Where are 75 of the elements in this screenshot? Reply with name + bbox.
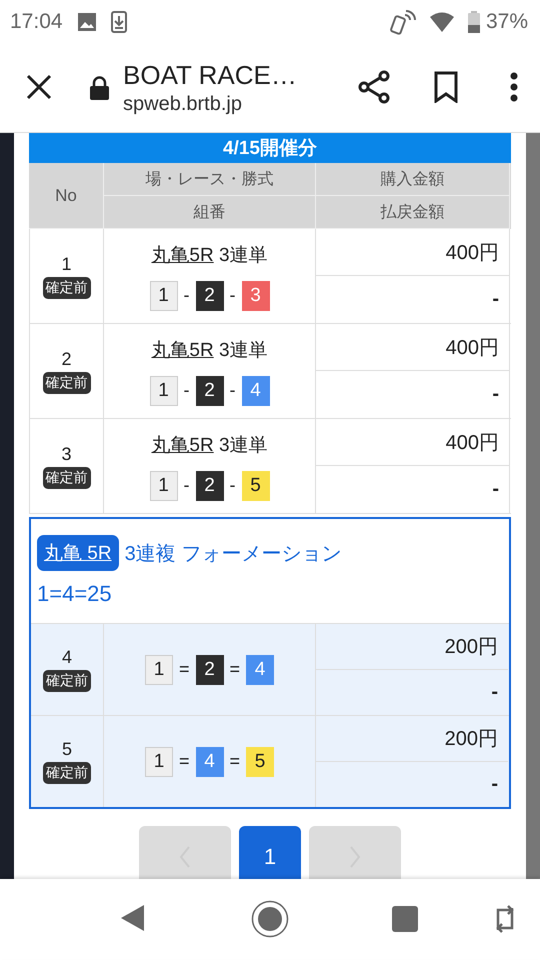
- bet-type: 3連単: [219, 434, 268, 456]
- boat-number: 2: [196, 280, 224, 310]
- date-banner: 4/15開催分: [29, 133, 511, 163]
- boat-number: 1: [144, 654, 173, 684]
- bet-type: 3連単: [219, 244, 268, 266]
- status-badge: 確定前: [42, 276, 90, 298]
- battery-percent: 37%: [486, 10, 528, 34]
- page-url: spweb.brtb.jp: [123, 93, 243, 116]
- race-link[interactable]: 丸亀 5R: [37, 535, 119, 571]
- page-title: BOAT RACE…: [123, 60, 298, 91]
- column-header: No: [29, 163, 104, 229]
- bookmark-button[interactable]: [434, 70, 458, 106]
- bet-number: 1: [61, 254, 72, 274]
- payout-amount: -: [491, 382, 500, 407]
- column-header: 払戻金額: [316, 196, 510, 229]
- image-icon: [76, 12, 97, 32]
- boat-number: 2: [196, 376, 224, 406]
- race-link[interactable]: 丸亀5R: [151, 434, 214, 456]
- purchase-amount: 400円: [316, 229, 509, 276]
- payout-amount: -: [491, 477, 500, 502]
- race-link[interactable]: 丸亀5R: [151, 340, 214, 360]
- boat-number: 1: [150, 376, 178, 406]
- separator: =: [230, 751, 240, 772]
- bet-type: 3連単: [219, 340, 268, 360]
- separator: =: [230, 659, 240, 680]
- bet-number: 2: [61, 348, 72, 370]
- menu-button[interactable]: [510, 72, 518, 104]
- separator: -: [184, 285, 190, 306]
- share-button[interactable]: [358, 70, 390, 106]
- boat-number: 2: [196, 470, 224, 500]
- download-icon: [110, 11, 127, 33]
- payout-amount: -: [490, 680, 499, 705]
- separator: -: [230, 285, 236, 306]
- boat-number: 4: [246, 654, 274, 684]
- boat-number: 1: [144, 746, 173, 776]
- column-header: 購入金額: [316, 163, 510, 196]
- race-link[interactable]: 丸亀5R: [151, 244, 214, 266]
- wifi-icon: [430, 12, 454, 32]
- boat-number: 1: [150, 280, 178, 310]
- separator: -: [184, 380, 190, 401]
- battery-icon: [468, 11, 480, 33]
- separator: -: [230, 380, 236, 401]
- purchase-amount: 400円: [316, 324, 509, 371]
- payout-amount: -: [491, 287, 500, 312]
- payout-amount: -: [490, 772, 499, 797]
- boat-number: 3: [242, 280, 270, 310]
- recents-button[interactable]: [392, 906, 418, 935]
- boat-number: 4: [242, 376, 270, 406]
- separator: -: [184, 475, 190, 496]
- status-badge: 確定前: [42, 466, 90, 488]
- purchase-amount: 200円: [316, 716, 508, 762]
- boat-number: 5: [242, 470, 270, 500]
- bet-number: 4: [62, 647, 72, 668]
- bet-number: 5: [62, 739, 72, 760]
- purchase-amount: 200円: [316, 624, 508, 670]
- column-header: 場・レース・勝式: [104, 163, 316, 196]
- lock-icon: [90, 76, 109, 100]
- boat-number: 2: [196, 654, 224, 684]
- purchase-amount: 400円: [316, 419, 509, 466]
- boat-number: 5: [246, 746, 274, 776]
- bet-type: 3連複 フォーメーション: [124, 542, 342, 566]
- separator: =: [178, 751, 190, 772]
- status-badge: 確定前: [42, 372, 90, 394]
- boat-number: 1: [150, 470, 178, 500]
- status-badge: 確定前: [43, 762, 91, 784]
- separator: -: [230, 475, 236, 496]
- boat-number: 4: [196, 746, 224, 776]
- page-button[interactable]: 1: [239, 826, 301, 879]
- nfc-phone-icon: [390, 9, 416, 35]
- clock-time: 17:04: [10, 10, 63, 34]
- formation-text: 1=4=25: [37, 581, 113, 607]
- column-header: 組番: [104, 196, 316, 229]
- separator: =: [178, 659, 190, 680]
- status-badge: 確定前: [43, 670, 91, 692]
- bet-number: 3: [61, 444, 72, 464]
